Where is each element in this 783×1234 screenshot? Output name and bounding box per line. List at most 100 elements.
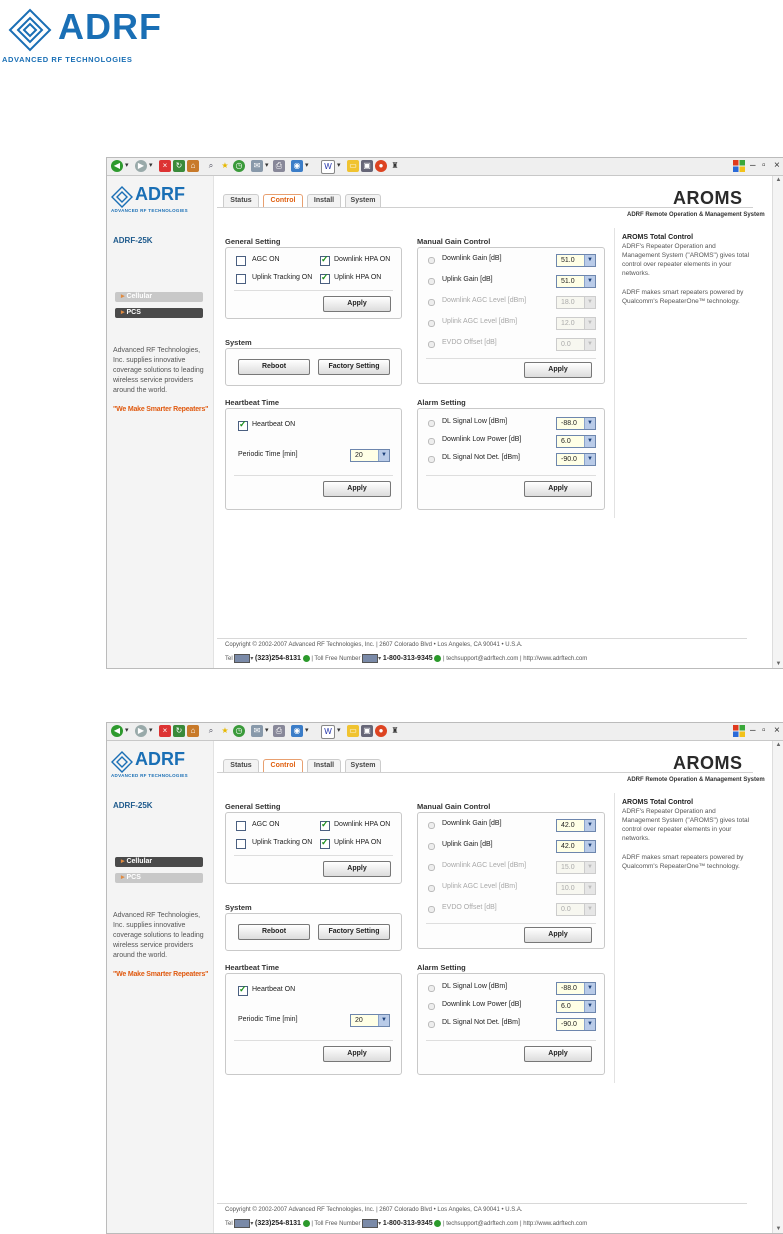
forward-dropdown-icon[interactable]: ▾ bbox=[149, 161, 153, 171]
alarm-row-select[interactable]: -88.0 ▼ bbox=[556, 982, 596, 995]
general-apply-button[interactable]: Apply bbox=[323, 296, 391, 312]
stop-red-icon[interactable]: ● bbox=[375, 160, 387, 172]
uplink-tracking-checkbox[interactable] bbox=[236, 839, 246, 849]
forward-icon[interactable]: ▶ bbox=[135, 160, 147, 172]
alarm-row-select[interactable]: 6.0 ▼ bbox=[556, 435, 596, 448]
back-icon[interactable]: ◀ bbox=[111, 725, 123, 737]
mgc-apply-button[interactable]: Apply bbox=[524, 927, 592, 943]
band-cellular[interactable]: ▸ Cellular bbox=[115, 292, 203, 302]
uplink-hpa-checkbox[interactable] bbox=[320, 272, 330, 284]
forward-dropdown-icon[interactable]: ▾ bbox=[149, 726, 153, 736]
website-url[interactable]: | http://www.adrftech.com bbox=[520, 1221, 587, 1227]
mail-icon[interactable]: ✉ bbox=[251, 160, 263, 172]
agc-checkbox[interactable] bbox=[236, 256, 246, 266]
tab-control[interactable]: Control bbox=[263, 194, 303, 207]
back-dropdown-icon[interactable]: ▾ bbox=[125, 726, 129, 736]
alarm-apply-button[interactable]: Apply bbox=[524, 481, 592, 497]
vertical-scrollbar[interactable]: ▲ ▼ bbox=[772, 176, 783, 668]
call-icon[interactable] bbox=[302, 655, 310, 662]
band-pcs[interactable]: ▸ PCS bbox=[115, 308, 203, 318]
tab-system[interactable]: System bbox=[345, 759, 381, 772]
home-icon[interactable]: ⌂ bbox=[187, 160, 199, 172]
folder-icon[interactable]: ▭ bbox=[347, 160, 359, 172]
heartbeat-apply-button[interactable]: Apply bbox=[323, 481, 391, 497]
factory-setting-button[interactable]: Factory Setting bbox=[318, 924, 390, 940]
reboot-button[interactable]: Reboot bbox=[238, 924, 310, 940]
tab-status[interactable]: Status bbox=[223, 759, 259, 772]
downlink-hpa-checkbox[interactable] bbox=[320, 819, 330, 831]
tab-install[interactable]: Install bbox=[307, 194, 341, 207]
messenger-dropdown-icon[interactable]: ▾ bbox=[305, 161, 309, 171]
periodic-time-select[interactable]: 20 ▼ bbox=[350, 1014, 390, 1027]
stop-icon[interactable]: × bbox=[159, 725, 171, 737]
tab-control[interactable]: Control bbox=[263, 759, 303, 772]
periodic-time-select[interactable]: 20 ▼ bbox=[350, 449, 390, 462]
heartbeat-checkbox[interactable] bbox=[238, 984, 248, 996]
scroll-down-icon[interactable]: ▼ bbox=[774, 1226, 783, 1232]
minimize-icon[interactable]: – bbox=[750, 160, 756, 172]
support-email[interactable]: | techsupport@adrftech.com bbox=[443, 1221, 518, 1227]
flag-dropdown-icon[interactable]: ▾ bbox=[250, 656, 253, 662]
gain-row-select[interactable]: 42.0 ▼ bbox=[556, 840, 596, 853]
restore-icon[interactable]: ▫ bbox=[762, 160, 766, 172]
uplink-tracking-checkbox[interactable] bbox=[236, 274, 246, 284]
messenger-icon[interactable]: ◉ bbox=[291, 725, 303, 737]
refresh-icon[interactable]: ↻ bbox=[173, 160, 185, 172]
call-icon[interactable] bbox=[434, 1220, 442, 1227]
refresh-icon[interactable]: ↻ bbox=[173, 725, 185, 737]
band-pcs[interactable]: ▸ PCS bbox=[115, 873, 203, 883]
close-icon[interactable]: × bbox=[774, 725, 780, 737]
word-icon[interactable]: W bbox=[321, 160, 335, 174]
gain-row-select[interactable]: 42.0 ▼ bbox=[556, 819, 596, 832]
flag-dropdown-icon[interactable]: ▾ bbox=[250, 1221, 253, 1227]
restore-icon[interactable]: ▫ bbox=[762, 725, 766, 737]
downlink-hpa-checkbox[interactable] bbox=[320, 254, 330, 266]
mail-dropdown-icon[interactable]: ▾ bbox=[265, 161, 269, 171]
alarm-row-select[interactable]: 6.0 ▼ bbox=[556, 1000, 596, 1013]
tab-status[interactable]: Status bbox=[223, 194, 259, 207]
heartbeat-checkbox[interactable] bbox=[238, 419, 248, 431]
close-icon[interactable]: × bbox=[774, 160, 780, 172]
call-icon[interactable] bbox=[302, 1220, 310, 1227]
user-icon[interactable]: ♜ bbox=[389, 725, 401, 737]
word-dropdown-icon[interactable]: ▾ bbox=[337, 161, 341, 171]
call-icon[interactable] bbox=[434, 655, 442, 662]
mail-icon[interactable]: ✉ bbox=[251, 725, 263, 737]
alarm-row-select[interactable]: -88.0 ▼ bbox=[556, 417, 596, 430]
website-url[interactable]: | http://www.adrftech.com bbox=[520, 656, 587, 662]
vertical-scrollbar[interactable]: ▲ ▼ bbox=[772, 741, 783, 1233]
alarm-row-select[interactable]: -90.0 ▼ bbox=[556, 1018, 596, 1031]
gain-row-select[interactable]: 51.0 ▼ bbox=[556, 254, 596, 267]
scroll-down-icon[interactable]: ▼ bbox=[774, 661, 783, 667]
alarm-row-select[interactable]: -90.0 ▼ bbox=[556, 453, 596, 466]
search-icon[interactable]: ⌕ bbox=[205, 725, 217, 737]
scroll-up-icon[interactable]: ▲ bbox=[774, 177, 783, 183]
history-icon[interactable]: ◷ bbox=[233, 160, 245, 172]
minimize-icon[interactable]: – bbox=[750, 725, 756, 737]
research-icon[interactable]: ▣ bbox=[361, 160, 373, 172]
reboot-button[interactable]: Reboot bbox=[238, 359, 310, 375]
band-cellular[interactable]: ▸ Cellular bbox=[115, 857, 203, 867]
mgc-apply-button[interactable]: Apply bbox=[524, 362, 592, 378]
flag-dropdown-icon[interactable]: ▾ bbox=[378, 656, 381, 662]
stop-red-icon[interactable]: ● bbox=[375, 725, 387, 737]
user-icon[interactable]: ♜ bbox=[389, 160, 401, 172]
scroll-up-icon[interactable]: ▲ bbox=[774, 742, 783, 748]
uplink-hpa-checkbox[interactable] bbox=[320, 837, 330, 849]
research-icon[interactable]: ▣ bbox=[361, 725, 373, 737]
agc-checkbox[interactable] bbox=[236, 821, 246, 831]
forward-icon[interactable]: ▶ bbox=[135, 725, 147, 737]
history-icon[interactable]: ◷ bbox=[233, 725, 245, 737]
back-icon[interactable]: ◀ bbox=[111, 160, 123, 172]
search-icon[interactable]: ⌕ bbox=[205, 160, 217, 172]
mail-dropdown-icon[interactable]: ▾ bbox=[265, 726, 269, 736]
stop-icon[interactable]: × bbox=[159, 160, 171, 172]
favorites-icon[interactable]: ★ bbox=[219, 725, 231, 737]
support-email[interactable]: | techsupport@adrftech.com bbox=[443, 656, 518, 662]
messenger-dropdown-icon[interactable]: ▾ bbox=[305, 726, 309, 736]
print-icon[interactable]: ⎙ bbox=[273, 160, 285, 172]
gain-row-select[interactable]: 51.0 ▼ bbox=[556, 275, 596, 288]
heartbeat-apply-button[interactable]: Apply bbox=[323, 1046, 391, 1062]
home-icon[interactable]: ⌂ bbox=[187, 725, 199, 737]
flag-dropdown-icon[interactable]: ▾ bbox=[378, 1221, 381, 1227]
